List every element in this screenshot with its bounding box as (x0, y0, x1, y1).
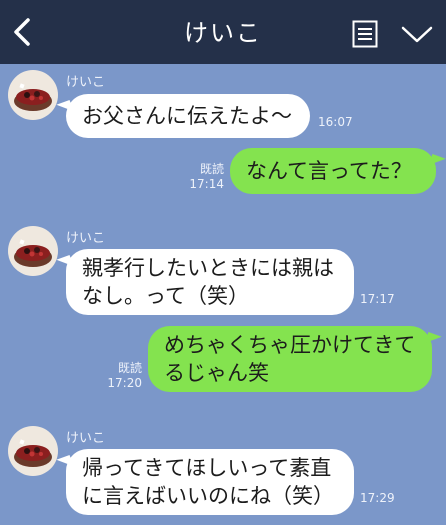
expand-button[interactable] (400, 22, 434, 46)
chat-title: けいこ (184, 19, 262, 47)
message-time: 17:14 (189, 177, 224, 191)
message-list[interactable]: けいこ お父さんに伝えたよ〜 16:07 既読 17:14 なんて言ってた？ け… (0, 64, 446, 525)
message-text-line: るじゃん笑 (164, 361, 269, 385)
sender-name: けいこ (66, 231, 106, 246)
message-time: 17:17 (360, 292, 395, 306)
chat-header: けいこ (0, 0, 446, 64)
message-time: 17:29 (360, 491, 395, 505)
message-bubble-incoming[interactable]: 帰ってきてほしいって素直 に言えばいいのにね（笑） (66, 449, 354, 515)
read-receipt: 既読 (117, 361, 142, 375)
message-text-line: 帰ってきてほしいって素直 (82, 456, 332, 480)
menu-button[interactable] (352, 20, 378, 48)
avatar[interactable] (8, 426, 58, 476)
message-text-line: 親孝行したいときには親は (82, 256, 334, 280)
sender-name: けいこ (66, 431, 106, 446)
read-receipt: 既読 (199, 162, 224, 176)
message-bubble-outgoing[interactable]: なんて言ってた？ (230, 148, 436, 194)
message-time: 17:20 (107, 376, 142, 390)
message-text-line: なし。って（笑） (82, 284, 249, 308)
message-bubble-outgoing[interactable]: めちゃくちゃ圧かけてきて るじゃん笑 (148, 326, 432, 392)
message-text-line: に言えばいいのにね（笑） (82, 484, 334, 508)
message-text: お父さんに伝えたよ〜 (82, 104, 292, 128)
message-bubble-incoming[interactable]: 親孝行したいときには親は なし。って（笑） (66, 249, 354, 315)
avatar[interactable] (8, 70, 58, 120)
avatar[interactable] (8, 226, 58, 276)
message-bubble-incoming[interactable]: お父さんに伝えたよ〜 (66, 94, 310, 138)
message-text: なんて言ってた？ (246, 159, 412, 183)
sender-name: けいこ (66, 75, 106, 90)
message-text-line: めちゃくちゃ圧かけてきて (164, 333, 416, 357)
message-time: 16:07 (318, 115, 353, 129)
